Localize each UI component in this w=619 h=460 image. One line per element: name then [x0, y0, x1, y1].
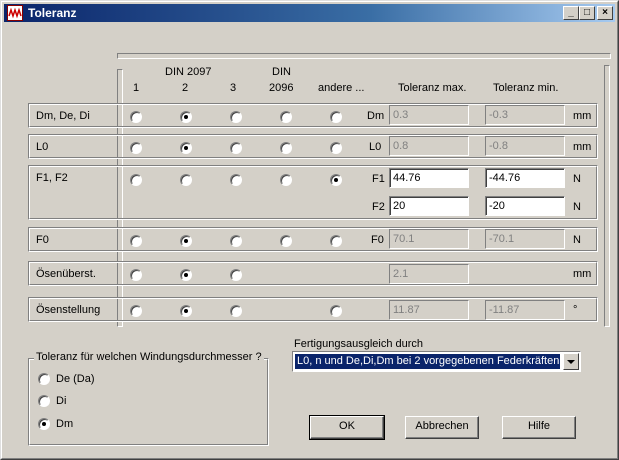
- right-separator: [604, 65, 610, 327]
- radio-oue-2[interactable]: [180, 269, 192, 281]
- tol-min-f1[interactable]: -44.76: [485, 168, 565, 188]
- radio-dm-1[interactable]: [130, 111, 142, 123]
- header-toleranz-max: Toleranz max.: [398, 82, 467, 94]
- row-label-f1f2: F1, F2: [36, 172, 68, 184]
- radio-f0-3[interactable]: [230, 235, 242, 247]
- radio-dm[interactable]: [38, 418, 50, 430]
- tol-min-l0[interactable]: -0.8: [485, 136, 565, 156]
- radio-oes-andere[interactable]: [330, 305, 342, 317]
- header-col-3: 3: [230, 82, 237, 94]
- radio-oue-1[interactable]: [130, 269, 142, 281]
- row-label-oesenueberst: Ösenüberst.: [36, 268, 96, 280]
- tol-max-f0[interactable]: 70.1: [389, 229, 469, 249]
- unit-oesenueberst: mm: [573, 268, 592, 280]
- tol-max-l0[interactable]: 0.8: [389, 136, 469, 156]
- radio-l0-din2096[interactable]: [280, 142, 292, 154]
- prefix-dm: Dm: [367, 110, 385, 122]
- radio-f-2[interactable]: [180, 174, 192, 186]
- row-panel-oesenueberst: [28, 261, 598, 286]
- unit-f2: N: [573, 201, 581, 213]
- radio-f0-din2096[interactable]: [280, 235, 292, 247]
- row-label-l0: L0: [36, 141, 49, 153]
- app-icon: [7, 5, 23, 21]
- toleranz-dialog: Toleranz _ □ × DIN 2097 1 2 3 DIN 2096 a…: [0, 0, 619, 460]
- radio-oes-1[interactable]: [130, 305, 142, 317]
- unit-dm: mm: [573, 110, 592, 122]
- radio-l0-3[interactable]: [230, 142, 242, 154]
- radio-dm-2[interactable]: [180, 111, 192, 123]
- hilfe-button[interactable]: Hilfe: [502, 416, 576, 439]
- header-andere: andere ...: [318, 82, 365, 94]
- prefix-l0: L0: [369, 141, 382, 153]
- header-col-2: 2: [182, 82, 189, 94]
- option-di-label: Di: [56, 395, 67, 407]
- radio-dm-3[interactable]: [230, 111, 242, 123]
- header-din2096: 2096: [269, 82, 294, 94]
- close-button[interactable]: ×: [597, 6, 613, 20]
- prefix-f0: F0: [371, 234, 384, 246]
- radio-f0-2[interactable]: [180, 235, 192, 247]
- row-label-dm: Dm, De, Di: [36, 110, 90, 122]
- tol-max-f2[interactable]: 20: [389, 196, 469, 216]
- abbrechen-button[interactable]: Abbrechen: [405, 416, 479, 439]
- tol-min-dm[interactable]: -0.3: [485, 105, 565, 125]
- fertigung-label: Fertigungsausgleich durch: [294, 338, 424, 350]
- top-separator: [117, 53, 611, 59]
- radio-f-andere[interactable]: [330, 174, 342, 186]
- diameter-groupbox-title: Toleranz für welchen Windungsdurchmesser…: [34, 351, 264, 363]
- radio-f0-andere[interactable]: [330, 235, 342, 247]
- radio-f-1[interactable]: [130, 174, 142, 186]
- tol-min-oesenstellung[interactable]: -11.87: [485, 300, 565, 320]
- tol-max-f1[interactable]: 44.76: [389, 168, 469, 188]
- radio-l0-2[interactable]: [180, 142, 192, 154]
- radio-di[interactable]: [38, 395, 50, 407]
- tol-min-f2[interactable]: -20: [485, 196, 565, 216]
- tol-max-dm[interactable]: 0.3: [389, 105, 469, 125]
- header-din2097: DIN 2097: [165, 66, 212, 78]
- tol-min-f0[interactable]: -70.1: [485, 229, 565, 249]
- prefix-f2: F2: [372, 201, 385, 213]
- radio-f-din2096[interactable]: [280, 174, 292, 186]
- window-title: Toleranz: [28, 6, 77, 20]
- radio-l0-andere[interactable]: [330, 142, 342, 154]
- maximize-button[interactable]: □: [579, 6, 595, 20]
- chevron-down-icon[interactable]: [563, 353, 579, 370]
- radio-dm-din2096[interactable]: [280, 111, 292, 123]
- prefix-f1: F1: [372, 173, 385, 185]
- radio-oes-3[interactable]: [230, 305, 242, 317]
- header-din: DIN: [272, 66, 291, 78]
- tol-max-oesenueberst[interactable]: 2.1: [389, 264, 469, 284]
- radio-f0-1[interactable]: [130, 235, 142, 247]
- row-label-f0: F0: [36, 234, 49, 246]
- radio-oue-3[interactable]: [230, 269, 242, 281]
- unit-f0: N: [573, 234, 581, 246]
- radio-l0-1[interactable]: [130, 142, 142, 154]
- title-bar[interactable]: Toleranz _ □ ×: [4, 4, 615, 22]
- minimize-button[interactable]: _: [563, 6, 579, 20]
- unit-l0: mm: [573, 141, 592, 153]
- header-col-1: 1: [133, 82, 140, 94]
- row-label-oesenstellung: Ösenstellung: [36, 304, 101, 316]
- option-de-da-label: De (Da): [56, 373, 95, 385]
- unit-f1: N: [573, 173, 581, 185]
- radio-de-da[interactable]: [38, 373, 50, 385]
- option-dm-label: Dm: [56, 418, 74, 430]
- unit-oesenstellung: °: [573, 304, 578, 316]
- radio-dm-andere[interactable]: [330, 111, 342, 123]
- fertigung-select-value: L0, n und De,Di,Dm bei 2 vorgegebenen Fe…: [295, 354, 560, 369]
- tol-max-oesenstellung[interactable]: 11.87: [389, 300, 469, 320]
- ok-button[interactable]: OK: [309, 415, 385, 440]
- radio-oes-2[interactable]: [180, 305, 192, 317]
- radio-f-3[interactable]: [230, 174, 242, 186]
- fertigung-select[interactable]: L0, n und De,Di,Dm bei 2 vorgegebenen Fe…: [292, 351, 581, 372]
- header-toleranz-min: Toleranz min.: [493, 82, 559, 94]
